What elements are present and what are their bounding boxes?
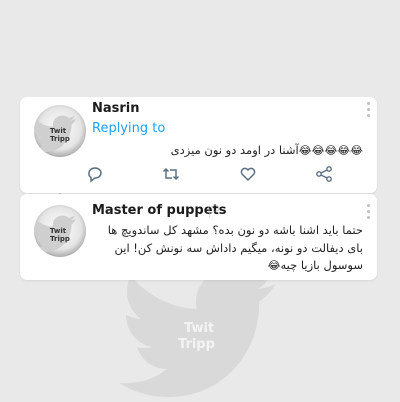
share-icon[interactable] [315,165,333,183]
white-flag-emoji: 🏳 [206,204,222,218]
reply-icon[interactable] [86,165,104,183]
avatar[interactable]: Twit Tripp [34,205,86,257]
avatar-bird-icon: Twit Tripp [34,215,76,253]
more-options-icon[interactable] [367,102,371,120]
twittripp-watermark-logo: Twit Tripp [119,270,276,397]
svg-text:Tripp: Tripp [50,235,70,243]
svg-text:Twit: Twit [50,227,67,235]
watermark-line2: Tripp [178,337,215,352]
tweet-body: آشنا در اومد دو نون میزدی [170,143,299,157]
replying-to-label[interactable]: Replying to [92,121,165,136]
tweet-emoji: 😂😂😂😂😂 [298,144,363,157]
tweet-text: 😂😂😂😂😂آشنا در اومد دو نون میزدی [171,143,363,157]
like-icon[interactable] [239,165,257,183]
watermark-line1: Twit [184,321,214,336]
tweet-emoji: 😂 [267,259,281,272]
retweet-icon[interactable] [162,165,180,183]
svg-text:Tripp: Tripp [50,135,70,143]
username[interactable]: Nasrin [92,101,140,116]
avatar-bird-icon: Twit Tripp [34,115,76,153]
tweet-card-master-of-puppets[interactable]: Twit Tripp Master of puppets 🏳 حتما باید… [20,194,377,280]
tweet-actions [86,165,356,185]
svg-text:Twit: Twit [50,127,67,135]
tweet-card-nasrin[interactable]: Twit Tripp Nasrin Replying to 😂😂😂😂😂آشنا … [20,97,377,193]
tweet-text: حتما باید اشنا باشه دو نون بده؟ مشهد کل … [103,222,363,275]
more-options-icon[interactable] [367,204,371,222]
tweet-body: حتما باید اشنا باشه دو نون بده؟ مشهد کل … [107,223,363,272]
avatar[interactable]: Twit Tripp [34,105,86,157]
